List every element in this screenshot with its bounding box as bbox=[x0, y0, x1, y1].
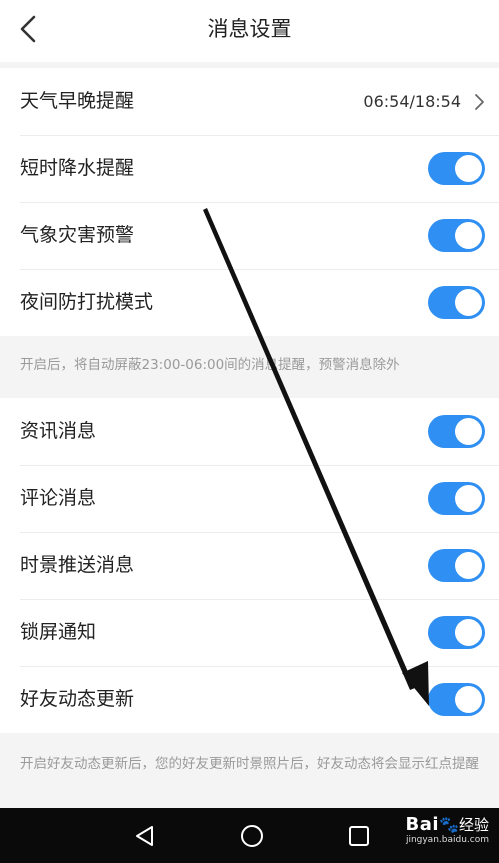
toggle-knob bbox=[455, 418, 482, 445]
row-label: 锁屏通知 bbox=[20, 621, 97, 643]
row-label: 好友动态更新 bbox=[20, 688, 135, 710]
paw-icon: 🐾 bbox=[439, 815, 459, 834]
watermark-brand: Bai bbox=[405, 814, 440, 835]
row-short-term-rain: 短时降水提醒 bbox=[0, 135, 499, 202]
row-lock-screen: 锁屏通知 bbox=[0, 599, 499, 666]
watermark-brand-suffix: 经验 bbox=[458, 816, 489, 834]
night-dnd-note: 开启后，将自动屏蔽23:00-06:00间的消息提醒，预警消息除外 bbox=[20, 357, 400, 373]
system-nav-bar: Bai🐾经验 jingyan.baidu.com bbox=[0, 808, 499, 863]
weather-alerts-section: 天气早晚提醒 06:54/18:54 短时降水提醒 气象灾害预警 夜间防打扰模式 bbox=[0, 68, 499, 336]
friend-updates-note: 开启好友动态更新后，您的好友更新时景照片后，好友动态将会显示红点提醒 bbox=[20, 756, 479, 772]
row-label: 天气早晚提醒 bbox=[20, 90, 135, 112]
row-label: 夜间防打扰模式 bbox=[20, 291, 154, 313]
row-disaster-warning: 气象灾害预警 bbox=[0, 202, 499, 269]
toggle-knob bbox=[455, 222, 482, 249]
toggle-knob bbox=[455, 552, 482, 579]
row-label: 气象灾害预警 bbox=[20, 224, 135, 246]
home-circle-icon[interactable] bbox=[238, 822, 266, 850]
toggle-knob bbox=[455, 485, 482, 512]
back-triangle-icon[interactable] bbox=[131, 822, 159, 850]
toggle-knob bbox=[455, 686, 482, 713]
friend-updates-toggle[interactable] bbox=[428, 683, 485, 716]
recents-square-icon[interactable] bbox=[345, 822, 373, 850]
toggle-knob bbox=[455, 289, 482, 316]
row-label: 短时降水提醒 bbox=[20, 157, 135, 179]
chevron-right-icon bbox=[475, 94, 484, 110]
row-friend-updates: 好友动态更新 bbox=[0, 666, 499, 733]
row-comment-messages: 评论消息 bbox=[0, 465, 499, 532]
disaster-warning-toggle[interactable] bbox=[428, 219, 485, 252]
row-weather-morning-evening[interactable]: 天气早晚提醒 06:54/18:54 bbox=[0, 68, 499, 135]
row-label: 资讯消息 bbox=[20, 420, 97, 442]
lock-screen-toggle[interactable] bbox=[428, 616, 485, 649]
watermark-url: jingyan.baidu.com bbox=[405, 835, 489, 845]
row-night-dnd: 夜间防打扰模式 bbox=[0, 269, 499, 336]
message-settings-section: 资讯消息 评论消息 时景推送消息 锁屏通知 好友动态更新 bbox=[0, 398, 499, 733]
row-scene-push: 时景推送消息 bbox=[0, 532, 499, 599]
reminder-time-value: 06:54/18:54 bbox=[363, 92, 461, 111]
row-label: 评论消息 bbox=[20, 487, 97, 509]
row-label: 时景推送消息 bbox=[20, 554, 135, 576]
page-title: 消息设置 bbox=[207, 17, 292, 41]
toggle-knob bbox=[455, 155, 482, 182]
watermark-brand-line: Bai🐾经验 bbox=[406, 814, 489, 835]
toggle-knob bbox=[455, 619, 482, 646]
news-messages-toggle[interactable] bbox=[428, 415, 485, 448]
header-bar: 消息设置 bbox=[0, 0, 499, 62]
night-dnd-toggle[interactable] bbox=[428, 286, 485, 319]
scene-push-toggle[interactable] bbox=[428, 549, 485, 582]
short-term-rain-toggle[interactable] bbox=[428, 152, 485, 185]
baidu-watermark: Bai🐾经验 jingyan.baidu.com bbox=[406, 814, 489, 845]
row-news-messages: 资讯消息 bbox=[0, 398, 499, 465]
comment-messages-toggle[interactable] bbox=[428, 482, 485, 515]
